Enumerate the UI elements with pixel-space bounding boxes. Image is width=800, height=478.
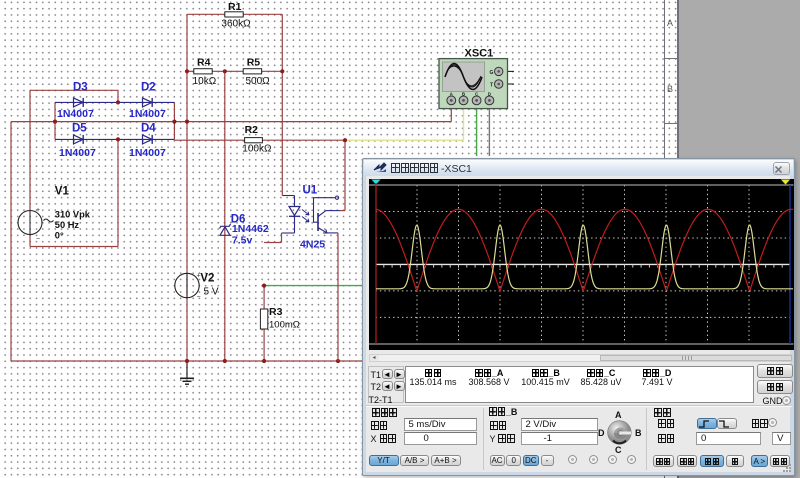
svg-text:5 V: 5 V — [204, 287, 219, 298]
svg-text:310 Vpk: 310 Vpk — [55, 210, 91, 220]
svg-text:R3: R3 — [269, 306, 283, 318]
svg-text:50 Hz: 50 Hz — [55, 220, 80, 230]
svg-text:1N4462: 1N4462 — [232, 223, 269, 235]
svg-text:100kΩ: 100kΩ — [242, 144, 272, 155]
svg-text:500Ω: 500Ω — [246, 76, 271, 87]
svg-text:1N4007: 1N4007 — [59, 147, 96, 159]
svg-text:+: + — [36, 207, 40, 214]
svg-text:−: − — [36, 236, 40, 243]
svg-text:D2: D2 — [141, 82, 156, 94]
svg-text:V2: V2 — [200, 273, 214, 285]
svg-text:T: T — [490, 83, 493, 89]
svg-text:4N25: 4N25 — [300, 239, 325, 251]
svg-text:7.5v: 7.5v — [232, 235, 253, 247]
svg-text:V1: V1 — [55, 186, 70, 198]
svg-text:R1: R1 — [228, 1, 242, 13]
svg-text:1N4007: 1N4007 — [129, 108, 166, 120]
svg-text:D5: D5 — [72, 123, 87, 135]
svg-text:D3: D3 — [73, 82, 88, 94]
svg-text:−: − — [197, 294, 201, 301]
svg-text:100mΩ: 100mΩ — [269, 320, 300, 331]
svg-text:1N4007: 1N4007 — [57, 108, 94, 120]
svg-text:XSC1: XSC1 — [465, 48, 494, 60]
svg-text:0°: 0° — [55, 231, 64, 241]
svg-text:+: + — [197, 273, 201, 280]
svg-text:1N4007: 1N4007 — [129, 147, 166, 159]
svg-text:R2: R2 — [245, 124, 259, 136]
svg-text:10kΩ: 10kΩ — [193, 76, 217, 87]
svg-text:G: G — [490, 70, 494, 76]
svg-text:U1: U1 — [303, 185, 318, 197]
svg-text:R5: R5 — [247, 57, 261, 69]
svg-text:R4: R4 — [197, 57, 211, 69]
svg-text:360kΩ: 360kΩ — [221, 19, 251, 30]
svg-text:D4: D4 — [141, 123, 156, 135]
